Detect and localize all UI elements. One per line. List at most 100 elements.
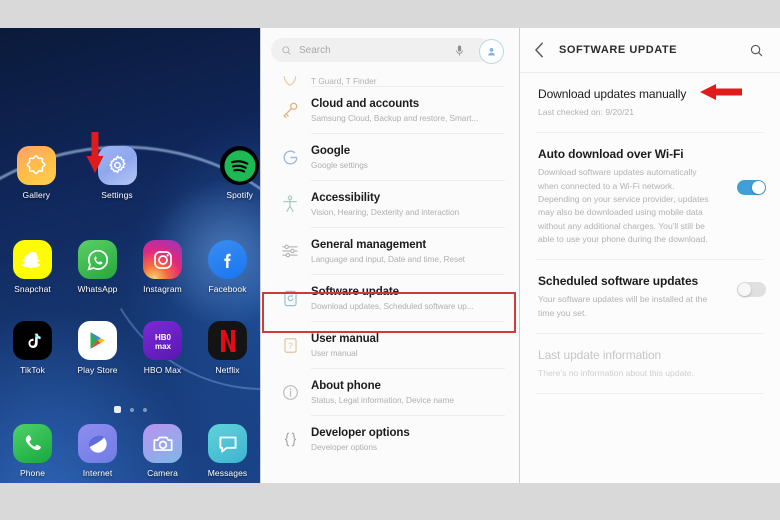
- section-subtitle: Download software updates automatically …: [538, 167, 709, 244]
- settings-item-cloud-and-accounts[interactable]: Cloud and accounts Samsung Cloud, Backup…: [261, 87, 519, 133]
- app-label: Gallery: [22, 190, 51, 200]
- app-label: Facebook: [208, 284, 247, 294]
- page-dot[interactable]: [129, 407, 134, 412]
- app-internet[interactable]: Internet: [65, 424, 130, 478]
- whatsapp-icon: [78, 240, 117, 279]
- app-hbo-max[interactable]: HB0 max HBO Max: [130, 321, 195, 375]
- settings-item-subtitle: Status, Legal information, Device name: [311, 394, 454, 405]
- info-circle-icon: [275, 383, 305, 402]
- settings-item-title: General management: [311, 238, 427, 251]
- toggle-knob: [738, 283, 751, 297]
- app-facebook[interactable]: Facebook: [195, 240, 260, 294]
- settings-item-about-phone[interactable]: About phone Status, Legal information, D…: [261, 369, 519, 415]
- toggle-knob: [752, 181, 765, 195]
- apps-row-2: Snapchat WhatsApp Instagram Facebook: [0, 240, 260, 294]
- search-placeholder: Search: [299, 44, 331, 56]
- scheduled-updates-toggle[interactable]: [737, 282, 766, 298]
- app-gallery[interactable]: Gallery: [8, 146, 65, 200]
- app-snapchat[interactable]: Snapchat: [0, 240, 65, 294]
- app-label: Internet: [82, 468, 113, 478]
- app-label: Play Store: [77, 365, 118, 375]
- page-dot[interactable]: [142, 407, 147, 412]
- settings-item-title: User manual: [311, 332, 379, 345]
- section-divider: [536, 393, 764, 395]
- account-avatar-icon[interactable]: [479, 39, 504, 64]
- settings-item-developer-options[interactable]: Developer options Developer options: [261, 416, 519, 462]
- settings-item-subtitle: Developer options: [311, 441, 378, 452]
- section-subtitle: Your software updates will be installed …: [538, 294, 708, 318]
- apps-row-1: Gallery Settings Spotify: [0, 146, 260, 200]
- app-play-store[interactable]: Play Store: [65, 321, 130, 375]
- settings-item-title: Developer options: [311, 426, 410, 439]
- netflix-n-icon: [208, 321, 247, 360]
- app-spotify[interactable]: Spotify: [211, 146, 260, 200]
- camera-icon: [143, 424, 182, 463]
- app-instagram[interactable]: Instagram: [130, 240, 195, 294]
- settings-item-accessibility[interactable]: Accessibility Vision, Hearing, Dexterity…: [261, 181, 519, 227]
- settings-item-title: Accessibility: [311, 191, 381, 204]
- search-icon: [282, 45, 291, 55]
- google-play-icon: [78, 321, 117, 360]
- down-arrow-annotation: [86, 132, 104, 173]
- update-section-last-update-info: Last update information There's no infor…: [520, 334, 780, 393]
- shield-icon: [283, 76, 297, 86]
- update-section-scheduled-updates[interactable]: Scheduled software updates Your software…: [520, 260, 780, 333]
- search-icon[interactable]: [749, 43, 764, 58]
- google-g-icon: [275, 148, 305, 167]
- home-page-indicator[interactable]: [0, 406, 260, 413]
- microphone-icon[interactable]: [454, 44, 465, 58]
- settings-item-subtitle: Language and input, Date and time, Reset: [311, 253, 465, 264]
- svg-text:HB0: HB0: [154, 333, 171, 342]
- back-chevron-icon[interactable]: [534, 42, 545, 58]
- settings-row-subtitle: T Guard, T Finder: [311, 76, 377, 86]
- settings-item-subtitle: User manual: [311, 347, 358, 358]
- update-section-auto-download-wifi[interactable]: Auto download over Wi-Fi Download softwa…: [520, 133, 780, 259]
- page-dot-home[interactable]: [113, 406, 121, 413]
- settings-item-subtitle: Google settings: [311, 159, 368, 170]
- settings-items: T Guard, T Finder Cloud and accounts Sam…: [261, 68, 519, 462]
- left-arrow-annotation: [700, 84, 742, 100]
- svg-text:?: ?: [288, 341, 293, 350]
- braces-icon: [275, 430, 305, 449]
- app-label: TikTok: [20, 365, 45, 375]
- samsung-internet-icon: [78, 424, 117, 463]
- app-whatsapp[interactable]: WhatsApp: [65, 240, 130, 294]
- section-subtitle: There's no information about this update…: [538, 367, 694, 378]
- settings-row-partial[interactable]: T Guard, T Finder: [261, 68, 519, 86]
- app-label: Phone: [19, 468, 46, 478]
- question-book-icon: ?: [275, 336, 305, 355]
- app-label: Instagram: [143, 284, 182, 294]
- app-label: Snapchat: [14, 284, 51, 294]
- section-title: Scheduled software updates: [538, 274, 699, 289]
- hbo-max-icon: HB0 max: [143, 321, 182, 360]
- app-phone[interactable]: Phone: [0, 424, 65, 478]
- app-netflix[interactable]: Netflix: [195, 321, 260, 375]
- auto-download-toggle[interactable]: [737, 180, 766, 196]
- instagram-camera-icon: [143, 240, 182, 279]
- section-title: Last update information: [538, 347, 662, 362]
- app-label: Camera: [147, 468, 178, 478]
- sliders-icon: [275, 241, 305, 261]
- settings-list-panel: Search T Guard, T Finder Cloud and accou…: [261, 28, 519, 483]
- app-camera[interactable]: Camera: [130, 424, 195, 478]
- tiktok-note-icon: [13, 321, 52, 360]
- page-title: SOFTWARE UPDATE: [559, 44, 678, 56]
- app-messages[interactable]: Messages: [195, 424, 260, 478]
- settings-item-title: Cloud and accounts: [311, 97, 420, 110]
- gallery-icon: [16, 146, 56, 185]
- app-label: WhatsApp: [77, 284, 118, 294]
- messages-bubble-icon: [208, 424, 247, 463]
- settings-item-google[interactable]: Google Google settings: [261, 134, 519, 180]
- settings-item-general-management[interactable]: General management Language and input, D…: [261, 228, 519, 274]
- snapchat-ghost-icon: [13, 240, 52, 279]
- section-subtitle: Last checked on: 9/20/21: [538, 107, 635, 117]
- app-tiktok[interactable]: TikTok: [0, 321, 65, 375]
- phone-handset-icon: [13, 424, 52, 463]
- settings-item-subtitle: Vision, Hearing, Dexterity and interacti…: [311, 206, 460, 217]
- software-update-highlight-box: [262, 292, 516, 333]
- app-label: Spotify: [226, 190, 254, 200]
- accessibility-person-icon: [275, 194, 305, 214]
- app-label: HBO Max: [143, 365, 182, 375]
- software-update-header: SOFTWARE UPDATE: [520, 28, 780, 72]
- screenshot-stage: Gallery Settings Spotify Snapchat WhatsA…: [0, 0, 780, 520]
